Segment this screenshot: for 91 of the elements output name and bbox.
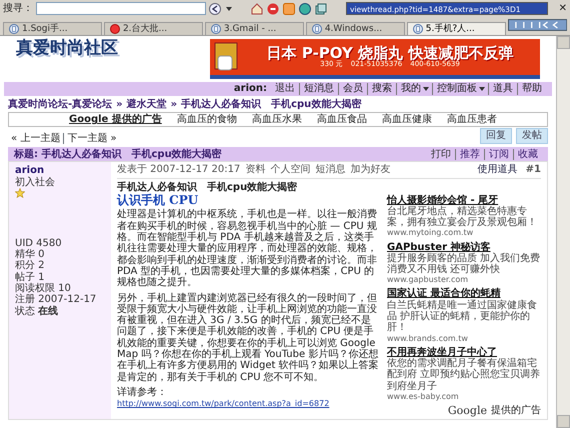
breadcrumb-link[interactable]: 避水天堂 [126,99,167,110]
post-number: #1 [526,164,541,176]
windows-icon[interactable] [315,2,327,14]
author-stat: 积分 2 [15,260,46,272]
thread-action-link[interactable]: 推荐 [455,148,484,160]
author-name[interactable]: arion [15,165,105,177]
ad-link[interactable]: 高血压的食物 [176,114,237,126]
page-icon [9,24,19,34]
thread-nav-link[interactable]: 下一主题 » [64,133,120,144]
post-heading: 认识手机 CPU [117,194,200,208]
globe-icon[interactable] [299,2,311,14]
post-date: 发表于 2007-12-17 20:17 [117,164,240,176]
stop-icon[interactable] [267,2,279,14]
back-icon[interactable] [209,2,223,14]
author-link[interactable]: 加为好友 [350,164,390,176]
thread-action-link[interactable]: 订阅 [484,148,513,160]
author-stat: 注册 2007-12-17 [15,294,98,306]
ad-text: 白兰氏蚝精是唯一通过国家健康食品 护肝认证的蚝精，更能护你的肝！ [387,300,538,334]
product-box-icon [214,42,240,72]
search-label: 搜寻： [3,2,33,14]
ads-by-label: 提供的广告 [491,405,541,417]
thread-action-link[interactable]: 打印 [427,148,455,160]
ad-url: www.es-baby.com [387,392,460,401]
nav-link[interactable]: 道具 [488,83,517,95]
home-icon[interactable] [251,2,263,14]
breadcrumb-separator: » [170,99,178,110]
post-button[interactable]: 回复 [480,128,512,144]
ad-link[interactable]: 高血压水果 [252,114,302,126]
post-button[interactable]: 发帖 [516,128,548,144]
author-link[interactable]: 短消息 [315,164,346,176]
scrollbar[interactable] [556,36,570,428]
google-logo: Google [448,404,487,418]
post-paragraph: 处理器是计算机的中枢系统，手机也是一样。以往一般消费者在购买手机的时候，容易忽视手机当中的心脏 — CPU 规格。而在智能型手机与 PDA 手机越来越普及之后，这类手机往往需要处理大量的应用程序，而处理器的效能、规格，都会影响到手机的处理速度，渐渐受到消费者的讨论。而非 PDA 型的手机，也因需要处理大量的多媒体档案，CPU 的规格也随之提升。 [117,209,378,289]
ad-title[interactable]: GAPbuster 神秘访客 [387,242,541,253]
caret-icon[interactable] [226,6,232,10]
ad-text: 提升服务顾客的品质 加入我们免费消费又不用钱 还可赚外快 [387,252,541,276]
browser-tab[interactable]: 2.台大批... [104,22,203,35]
caret-icon[interactable] [423,86,429,91]
nav-link[interactable]: 搜索 [367,83,396,95]
author-rank: 初入社会 [15,176,56,188]
ad-url: www.mytoing.com.tw [387,228,474,238]
ad-title[interactable]: 不用再奔波坐月子中心了 [387,346,541,358]
ad-url: www.gapbuster.com [387,275,470,284]
post-paragraph: 另外，手机上建置内建浏览器已经有很久的一段时间了，但受限于频宽大小与硬件效能，让手机上网浏览的功能一直没有被重视，但在进入 3G / 3.5G 的时代后，频宽已经不是问题了，接下来便是手机效能的改善，手机的 CPU 便是手机效能的重要关键，你想要在你的手机上可以浏览 Google Map 吗？你想在你的手机上观看 YouTube 影片吗？你还想在手机上有许多方便易用的 Widget 软件吗？如果以上答案是肯定的，那有关于手机的 CPU 您不可不知。 [117,292,379,383]
close-button[interactable]: ✕ [558,2,567,14]
ad-text: 台北尾牙地点，精选菜色特惠专案，拥有独立宴会厅及景观包厢！ [387,206,538,228]
star-icon [15,188,25,198]
author-link[interactable]: 个人空间 [270,164,310,176]
thread-title: 标题: 手机达人必备知识 手机cpu效能大揭密 [14,148,222,160]
reference-label: 详请参考： [117,386,168,398]
thread-action-link[interactable]: 收藏 [513,148,542,160]
author-stat: 精华 0 [15,249,46,260]
author-link[interactable]: 资料 [245,164,266,176]
ad-url: www.brands.com.tw [387,334,469,343]
breadcrumb-link[interactable]: 真爱时尚论坛-真爱论坛 [8,99,112,110]
author-stat: 状态 在线 [15,306,60,317]
caret-icon[interactable] [479,86,485,91]
author-stat: 阅读权限 10 [15,283,72,294]
feed-icon[interactable] [283,2,295,14]
ads-label: Google 提供的广告 [69,114,162,126]
nav-link[interactable]: 会员 [338,83,367,95]
ad-link[interactable]: 高血压食品 [316,114,367,126]
thread-nav-link[interactable]: « 上一主题 [8,133,64,144]
page-icon [312,24,322,34]
reference-link[interactable]: http://www.sogi.com.tw/park/content.asp?a_id=6872 [117,399,330,408]
search-field[interactable] [36,2,206,15]
nav-link[interactable]: 短消息 [299,83,338,95]
breadcrumb-separator: » [116,99,123,110]
browser-tab[interactable]: 4.Windows... [306,22,405,35]
author-stat: UID 4580 [15,238,63,249]
tools-link[interactable]: 使用道具 [478,164,518,176]
banner-headline: 日本 P-POY 烧脂丸 快速减肥不反弹 [266,44,514,62]
user-name: arion: [234,83,267,95]
error-icon [110,24,120,34]
breadcrumb-link[interactable]: 手机达人必备知识 手机cpu效能大揭密 [181,99,362,110]
post-subtitle: 手机达人必备知识 手机cpu效能大揭密 [117,182,298,193]
page-icon [412,24,423,34]
page-icon [210,24,221,34]
author-stat: 帖子 1 [15,272,46,283]
ad-title[interactable]: 怡人摄影婚纱会馆 - 尾牙 [387,194,541,206]
nav-link[interactable]: 帮助 [517,83,546,95]
ad-text: 依您的需求调配月子餐有保温箱宅配到府 立即预约贴心照您宝贝调养到府坐月子 [387,358,541,392]
toolbar-buttons-drawing[interactable] [508,19,567,31]
nav-link[interactable]: 退出 [271,83,299,95]
ad-title[interactable]: 国家认证 最适合你的蚝精 [387,288,541,300]
ad-link[interactable]: 高血压患者 [446,114,497,126]
ad-link[interactable]: 高血压健康 [382,114,432,126]
browser-tab[interactable]: 5.手机?人... [406,22,506,35]
site-logo[interactable]: 真爱时尚社区 [16,39,118,58]
browser-tab[interactable]: 1.Sogi手... [3,22,102,35]
browser-tab[interactable]: 3.Gmail - ... [204,22,304,35]
